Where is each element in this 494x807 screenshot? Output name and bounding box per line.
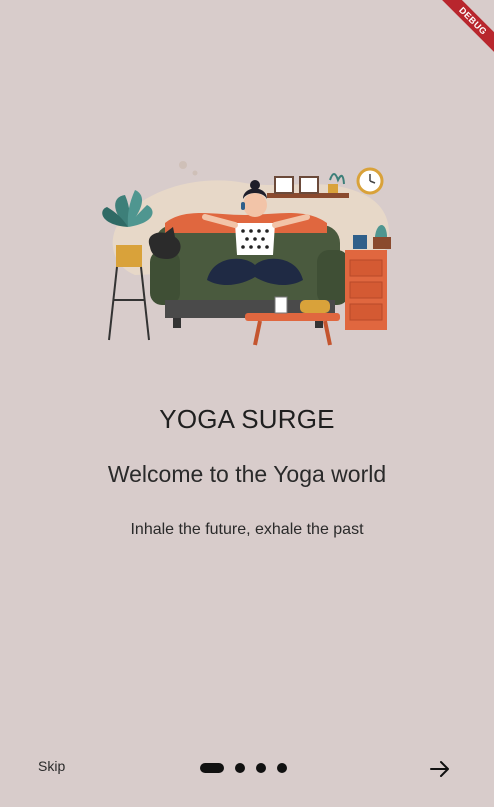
tagline-text: Inhale the future, exhale the past: [130, 521, 364, 538]
page-dot[interactable]: [277, 763, 287, 773]
yoga-illustration: [102, 161, 391, 346]
page-dot[interactable]: [256, 763, 266, 773]
page-indicator: [200, 763, 287, 773]
onboarding-screen: DEBUG YOGA SURGE Welcome to the Yoga wor…: [0, 0, 494, 807]
app-title: YOGA SURGE: [159, 404, 335, 434]
debug-banner: DEBUG: [424, 0, 494, 70]
debug-ribbon-label: DEBUG: [436, 0, 494, 58]
welcome-heading: Welcome to the Yoga world: [107, 461, 387, 487]
arrow-right-icon: [430, 761, 449, 777]
page-dot-active[interactable]: [200, 763, 224, 773]
page-dot[interactable]: [235, 763, 245, 773]
skip-button[interactable]: Skip: [28, 752, 75, 780]
next-button[interactable]: [426, 755, 454, 783]
